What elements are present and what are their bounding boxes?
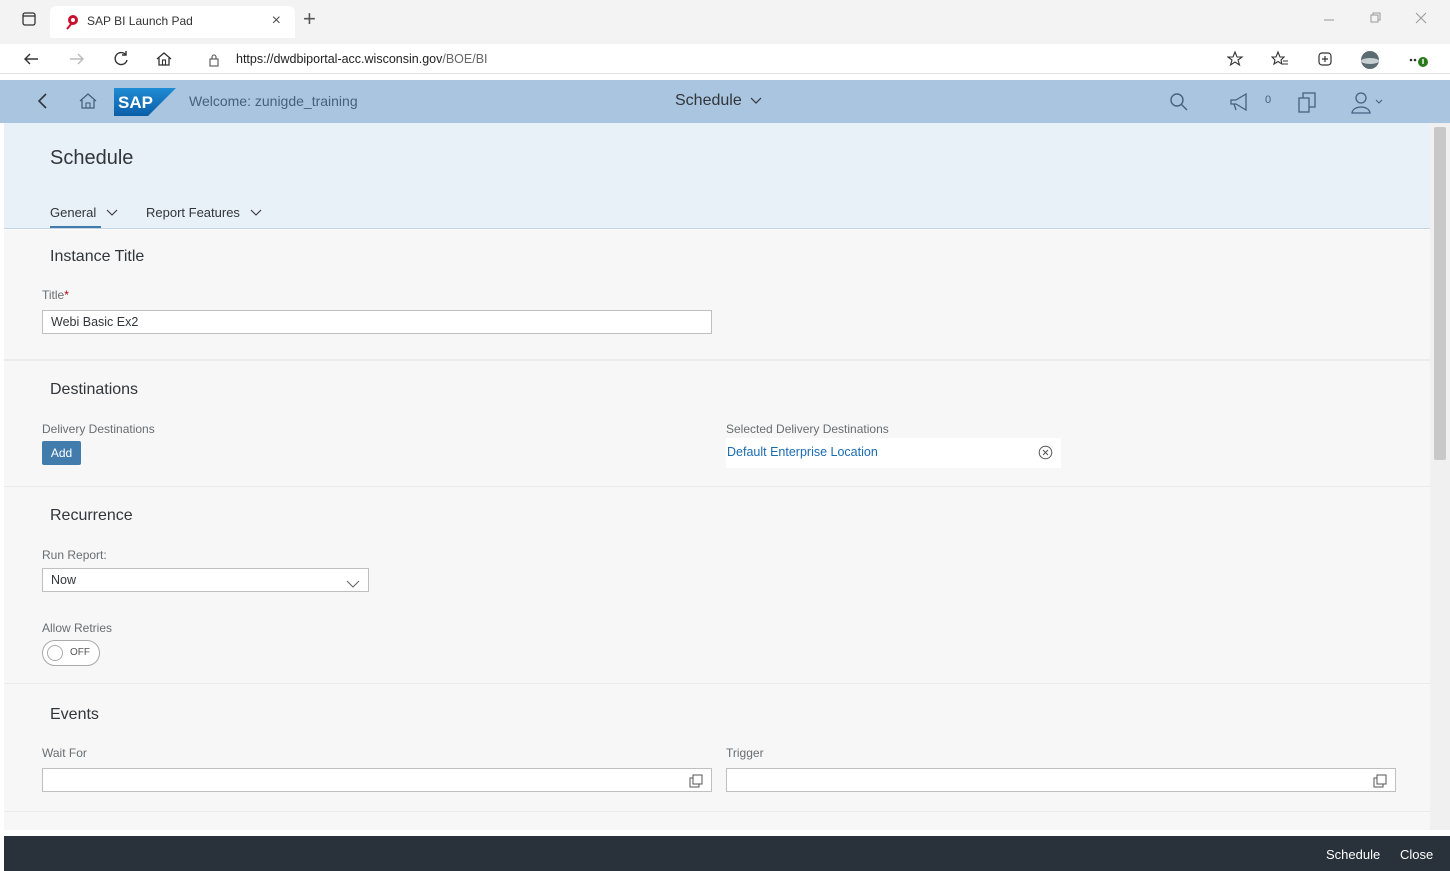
run-report-label: Run Report: (42, 548, 107, 562)
close-button[interactable]: Close (1400, 847, 1433, 862)
shell-home-icon[interactable] (78, 92, 98, 115)
trigger-label: Trigger (726, 746, 764, 760)
tab-general[interactable]: General (50, 205, 118, 220)
shell-title: Schedule (675, 92, 742, 109)
schedule-form: Instance Title Title* Webi Basic Ex2 Des… (4, 230, 1430, 830)
value-help-icon[interactable] (689, 773, 703, 795)
section-title-recurrence: Recurrence (50, 507, 133, 524)
value-help-icon[interactable] (1373, 773, 1387, 795)
allow-retries-label: Allow Retries (42, 621, 113, 635)
selected-tab-indicator (50, 226, 101, 228)
selected-destination-item: Default Enterprise Location (726, 438, 1061, 468)
toggle-knob (47, 645, 63, 661)
events-section: Events Wait For Trigger (4, 684, 1430, 812)
add-favorite-icon[interactable] (1226, 50, 1245, 68)
wait-for-label: Wait For (42, 746, 87, 760)
search-icon[interactable] (1169, 92, 1189, 117)
run-report-select[interactable]: Now (42, 568, 369, 592)
forward-arrow-icon[interactable] (68, 50, 86, 68)
selected-destinations-label: Selected Delivery Destinations (726, 422, 889, 436)
chevron-down-icon (346, 574, 360, 596)
tab-title: SAP BI Launch Pad (87, 14, 193, 28)
scrollbar-thumb[interactable] (1434, 127, 1446, 460)
browser-tab-bar: SAP BI Launch Pad × + (0, 0, 1450, 44)
destinations-section: Destinations Delivery Destinations Selec… (4, 360, 1430, 487)
page-header: Schedule General Report Features (4, 123, 1430, 229)
trigger-input[interactable] (726, 768, 1396, 792)
tab-close-icon[interactable]: × (272, 12, 281, 30)
shell-back-icon[interactable] (36, 92, 48, 115)
section-title-destinations: Destinations (50, 381, 139, 398)
back-arrow-icon[interactable] (22, 50, 40, 68)
url-field[interactable]: https://dwdbiportal-acc.wisconsin.gov/BO… (196, 48, 1206, 70)
wait-for-input[interactable] (42, 768, 712, 792)
lock-icon (208, 52, 220, 74)
tab-actions-icon[interactable] (22, 12, 38, 28)
tab-report-features[interactable]: Report Features (146, 205, 262, 220)
allow-retries-toggle[interactable]: OFF (42, 640, 100, 666)
notifications-megaphone-icon[interactable] (1229, 92, 1253, 117)
favorites-icon[interactable] (1270, 50, 1289, 68)
notification-count: 0 (1265, 94, 1272, 106)
url-host: https://dwdbiportal-acc.wisconsin.gov (236, 52, 443, 66)
profile-avatar-icon[interactable] (1360, 50, 1379, 69)
title-label-text: Title (42, 288, 65, 302)
add-destination-button[interactable]: Add (42, 441, 81, 465)
welcome-text: Welcome: zunigde_training (189, 93, 358, 109)
window-close-icon[interactable] (1415, 12, 1427, 27)
schedule-button[interactable]: Schedule (1326, 847, 1380, 862)
browser-tab[interactable]: SAP BI Launch Pad × (50, 6, 295, 38)
delivery-destinations-label: Delivery Destinations (42, 422, 155, 436)
minimize-icon[interactable] (1323, 12, 1335, 27)
toggle-state: OFF (70, 647, 90, 658)
recurrence-section: Recurrence Run Report: Now Allow Retries (4, 487, 1430, 684)
section-title-instance: Instance Title (50, 248, 145, 265)
title-input[interactable]: Webi Basic Ex2 (42, 310, 712, 334)
collections-icon[interactable] (1316, 50, 1334, 68)
sap-favicon-icon (64, 14, 80, 35)
sap-shell-bar: SAP Welcome: zunigde_training Schedule 0 (0, 80, 1450, 123)
required-mark: * (64, 288, 69, 302)
address-bar: https://dwdbiportal-acc.wisconsin.gov/BO… (0, 44, 1450, 74)
chevron-down-icon (106, 209, 118, 216)
run-report-value: Now (51, 573, 77, 587)
destination-link[interactable]: Default Enterprise Location (727, 445, 878, 459)
tab-general-label: General (50, 205, 97, 220)
user-profile-icon[interactable] (1351, 92, 1387, 119)
more-options-icon[interactable] (1408, 50, 1428, 68)
title-label: Title* (42, 288, 69, 302)
section-title-events: Events (50, 706, 99, 723)
shell-title-menu[interactable]: Schedule (675, 92, 762, 110)
sap-logo-text: SAP (118, 93, 153, 112)
remove-destination-icon[interactable] (1038, 445, 1053, 465)
tab-report-features-label: Report Features (146, 205, 240, 220)
chevron-down-icon (750, 97, 762, 104)
instance-title-section: Instance Title Title* Webi Basic Ex2 (4, 230, 1430, 360)
refresh-icon[interactable] (112, 50, 130, 68)
sap-logo[interactable]: SAP (114, 88, 176, 116)
url-path: /BOE/BI (442, 52, 488, 66)
page-title: Schedule (50, 147, 134, 169)
chevron-down-icon (250, 209, 261, 216)
footer-bar: Schedule Close (4, 836, 1450, 871)
documents-icon[interactable] (1297, 92, 1321, 119)
home-icon[interactable] (155, 50, 173, 68)
new-tab-button[interactable]: + (303, 8, 316, 30)
restore-icon[interactable] (1369, 12, 1381, 27)
